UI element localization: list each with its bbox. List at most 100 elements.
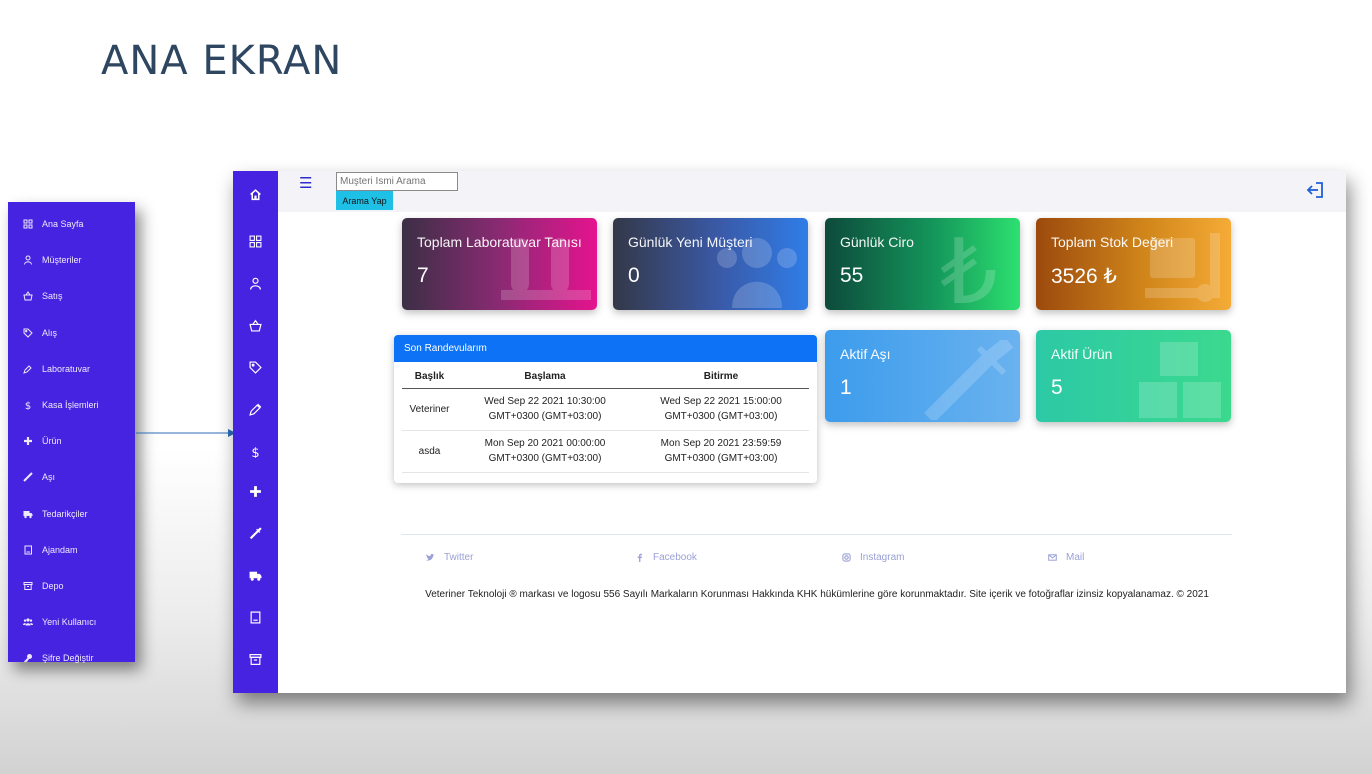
footer-divider [401,534,1232,535]
facebook-icon [637,553,643,562]
cell-start: Wed Sep 22 2021 10:30:00 GMT+0300 (GMT+03… [457,388,633,431]
sidebar-item-label: Aşı [42,472,56,483]
card-daily-new-customers[interactable]: Günlük Yeni Müşteri 0 [613,218,808,310]
sidebar-item-urun[interactable]: Ürün [8,423,135,459]
truck-icon[interactable] [233,564,278,586]
cell-end: Mon Sep 20 2021 23:59:59 GMT+0300 (GMT+03… [633,430,809,473]
start-line: Mon Sep 20 2021 00:00:00 [484,438,606,449]
tag-icon[interactable] [233,356,278,378]
svg-text:$: $ [25,401,31,410]
syringe-icon [22,471,34,483]
home-icon[interactable] [233,183,278,205]
cell-title: Veteriner [402,388,457,431]
logout-icon[interactable] [1306,180,1326,200]
search-button[interactable]: Arama Yap [336,191,393,210]
instagram-icon [842,553,851,562]
card-lab-diagnoses[interactable]: Toplam Laboratuvar Tanısı 7 [402,218,597,310]
recent-appointments-panel: Son Randevularım Başlık Başlama Bitirme … [394,335,817,483]
sidebar-item-asi[interactable]: Aşı [8,459,135,495]
card-total-stock-value[interactable]: Toplam Stok Değeri 3526 ₺ [1036,218,1231,310]
archive-icon [22,580,34,592]
users-icon [22,616,34,628]
sidebar-item-label: Depo [42,580,64,591]
plus-icon [22,435,34,447]
user-icon[interactable] [233,272,278,294]
social-label: Twitter [444,552,474,563]
topbar: ☰ Arama Yap [278,171,1346,212]
card-value: 7 [417,264,429,287]
grid-icon[interactable] [233,230,278,252]
sidebar-item-label: Kasa İşlemleri [42,400,99,411]
card-title: Aktif Aşı [840,346,891,362]
sidebar-item-label: Yeni Kullanıcı [42,617,97,628]
start-line: Wed Sep 22 2021 10:30:00 [484,396,606,407]
sidebar-item-tedarikciler[interactable]: Tedarikçiler [8,496,135,532]
customer-search-input[interactable] [336,172,458,191]
facebook-link[interactable]: Facebook [635,552,697,563]
syringe-icon[interactable] [233,522,278,544]
instagram-link[interactable]: Instagram [842,552,904,563]
cell-start: Mon Sep 20 2021 00:00:00 GMT+0300 (GMT+03… [457,430,633,473]
card-value: 0 [628,264,640,287]
card-title: Günlük Yeni Müşteri [628,234,753,250]
key-icon [22,652,34,664]
twitter-icon [426,554,435,561]
sidebar-item-laboratuvar[interactable]: Laboratuvar [8,351,135,387]
sidebar-item-ajandam[interactable]: Ajandam [8,532,135,568]
cell-end: Wed Sep 22 2021 15:00:00 GMT+0300 (GMT+03… [633,388,809,431]
sidebar-item-kasa-islemleri[interactable]: $ Kasa İşlemleri [8,387,135,423]
notebook-icon[interactable] [233,606,278,628]
sidebar-item-yeni-kullanici[interactable]: Yeni Kullanıcı [8,604,135,640]
sidebar-item-label: Ana Sayfa [42,219,84,230]
start-tz: GMT+0300 (GMT+03:00) [488,453,602,464]
card-title: Aktif Ürün [1051,346,1113,362]
social-label: Instagram [860,552,905,563]
panel-title: Son Randevularım [394,335,817,362]
social-label: Facebook [653,552,697,563]
basket-icon [22,290,34,302]
card-active-vaccine[interactable]: Aktif Aşı 1 [825,330,1020,422]
sidebar-item-satis[interactable]: Satış [8,278,135,314]
social-label: Mail [1066,552,1085,563]
card-title: Toplam Stok Değeri [1051,234,1174,250]
end-tz: GMT+0300 (GMT+03:00) [664,411,778,422]
user-icon [22,254,34,266]
column-header: Başlık [402,366,457,389]
sidebar-item-ana-sayfa[interactable]: Ana Sayfa [8,206,135,242]
card-daily-revenue[interactable]: ₺ Günlük Ciro 55 [825,218,1020,310]
legal-notice: Veteriner Teknoloji ® markası ve logosu … [425,589,1209,600]
archive-icon[interactable] [233,648,278,670]
mail-link[interactable]: Mail [1048,552,1084,563]
sidebar-item-musteriler[interactable]: Müşteriler [8,242,135,278]
table-header-row: Başlık Başlama Bitirme [402,366,809,389]
sidebar-item-label: Ürün [42,436,62,447]
eyedropper-icon[interactable] [233,398,278,420]
connector-arrow [136,429,236,437]
cell-title: asda [402,430,457,473]
plus-icon[interactable] [233,480,278,502]
boxes-icon [1139,342,1221,418]
hamburger-menu-icon[interactable]: ☰ [299,174,312,192]
end-line: Wed Sep 22 2021 15:00:00 [660,396,782,407]
sidebar-item-label: Ajandam [42,544,78,555]
sidebar-item-alis[interactable]: Alış [8,315,135,351]
sidebar-item-label: Müşteriler [42,255,82,266]
appointments-table: Başlık Başlama Bitirme Veteriner Wed Sep… [402,366,809,473]
table-row[interactable]: asda Mon Sep 20 2021 00:00:00 GMT+0300 (G… [402,430,809,473]
twitter-link[interactable]: Twitter [426,552,473,563]
end-tz: GMT+0300 (GMT+03:00) [664,453,778,464]
table-row[interactable]: Veteriner Wed Sep 22 2021 10:30:00 GMT+03… [402,388,809,431]
end-line: Mon Sep 20 2021 23:59:59 [660,438,782,449]
eyedropper-icon [22,363,34,375]
svg-text:₺: ₺ [940,228,997,308]
sidebar-item-label: Laboratuvar [42,363,91,374]
app-window: $ ☰ Arama Yap Toplam Laboratuvar Tanısı … [233,171,1346,693]
sidebar-item-sifre-degistir[interactable]: Şifre Değiştir [8,640,135,676]
card-active-product[interactable]: Aktif Ürün 5 [1036,330,1231,422]
dollar-icon[interactable]: $ [233,440,278,462]
slide-title: ANA EKRAN [101,38,343,84]
basket-icon[interactable] [233,314,278,336]
sidebar-item-depo[interactable]: Depo [8,568,135,604]
card-value: 1 [840,376,852,399]
start-tz: GMT+0300 (GMT+03:00) [488,411,602,422]
